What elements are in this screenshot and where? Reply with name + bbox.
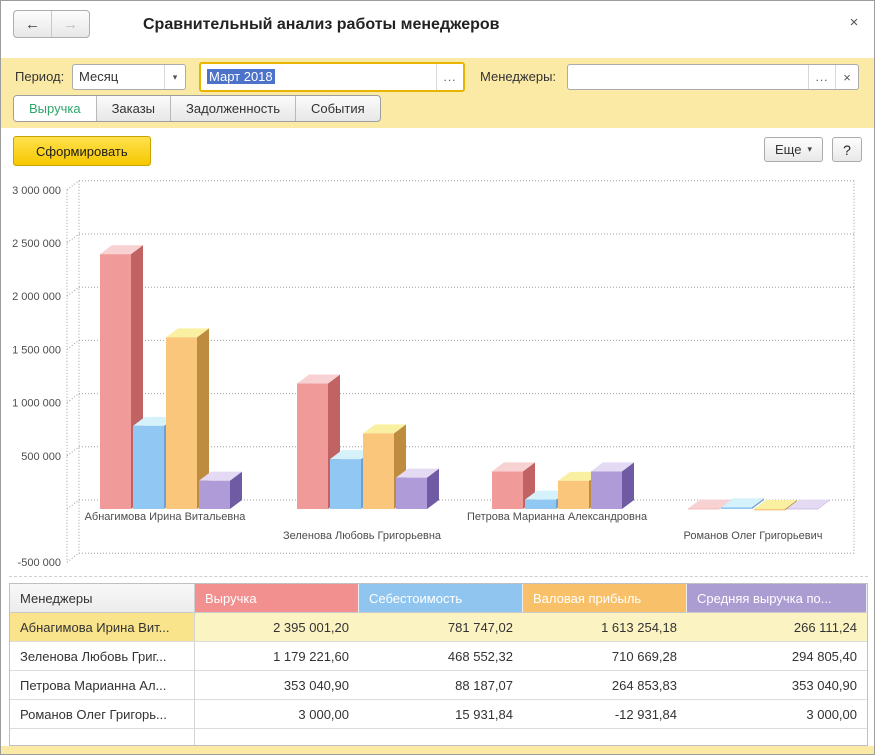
svg-text:3 000 000: 3 000 000 xyxy=(12,185,61,197)
top-bar: ← → Сравнительный анализ работы менеджер… xyxy=(1,1,874,58)
table-row[interactable]: Абнагимова Ирина Вит...2 395 001,20781 7… xyxy=(10,613,867,642)
value-cell[interactable]: -12 931,84 xyxy=(523,700,687,729)
column-header[interactable]: Себестоимость xyxy=(359,584,523,613)
table-header-row: МенеджерыВыручкаСебестоимостьВаловая при… xyxy=(10,584,867,613)
tab-revenue[interactable]: Выручка xyxy=(14,96,96,121)
value-cell[interactable]: 710 669,28 xyxy=(523,642,687,671)
column-header[interactable]: Выручка xyxy=(195,584,359,613)
svg-text:1 500 000: 1 500 000 xyxy=(12,344,61,356)
value-cell[interactable]: 3 000,00 xyxy=(687,700,867,729)
value-cell[interactable]: 88 187,07 xyxy=(359,671,523,700)
managers-field-value xyxy=(568,65,808,89)
selected-text: Март 2018 xyxy=(207,69,275,84)
value-cell[interactable]: 353 040,90 xyxy=(687,671,867,700)
back-arrow-icon: ← xyxy=(25,16,40,33)
value-cell[interactable]: 353 040,90 xyxy=(195,671,359,700)
period-label: Период: xyxy=(15,64,64,90)
value-cell[interactable]: 294 805,40 xyxy=(687,642,867,671)
manager-name-cell[interactable]: Зеленова Любовь Григ... xyxy=(10,642,195,671)
manager-name-cell[interactable]: Абнагимова Ирина Вит... xyxy=(10,613,195,642)
value-cell[interactable]: 266 111,24 xyxy=(687,613,867,642)
close-button[interactable]: × xyxy=(845,14,863,32)
value-cell[interactable]: 781 747,02 xyxy=(359,613,523,642)
help-button[interactable]: ? xyxy=(832,137,862,162)
svg-text:2 000 000: 2 000 000 xyxy=(12,291,61,303)
svg-text:Зеленова Любовь Григорьевна: Зеленова Любовь Григорьевна xyxy=(283,530,442,542)
period-date-more-button[interactable]: ... xyxy=(436,64,463,90)
tab-orders[interactable]: Заказы xyxy=(96,96,170,121)
app-window: ← → Сравнительный анализ работы менеджер… xyxy=(0,0,875,755)
chevron-down-icon: ▾ xyxy=(807,144,812,155)
value-cell[interactable]: 1 613 254,18 xyxy=(523,613,687,642)
period-select-value: Месяц xyxy=(73,65,164,89)
column-header[interactable]: Средняя выручка по... xyxy=(687,584,867,613)
svg-text:Романов Олег Григорьевич: Романов Олег Григорьевич xyxy=(684,530,823,542)
svg-text:1 000 000: 1 000 000 xyxy=(12,398,61,410)
svg-text:-500 000: -500 000 xyxy=(18,557,61,569)
tab-debt[interactable]: Задолженность xyxy=(170,96,295,121)
managers-more-button[interactable]: ... xyxy=(808,65,835,89)
forward-button[interactable]: → xyxy=(52,11,89,37)
table-row[interactable]: Петрова Марианна Ал...353 040,9088 187,0… xyxy=(10,671,867,700)
value-cell[interactable]: 3 000,00 xyxy=(195,700,359,729)
bottom-strip xyxy=(1,746,874,754)
svg-text:Абнагимова Ирина Витальевна: Абнагимова Ирина Витальевна xyxy=(85,511,247,523)
svg-text:500 000: 500 000 xyxy=(21,451,61,463)
chevron-down-icon[interactable]: ▾ xyxy=(164,65,185,89)
table-row[interactable]: Зеленова Любовь Григ...1 179 221,60468 5… xyxy=(10,642,867,671)
svg-text:Петрова Марианна Александровна: Петрова Марианна Александровна xyxy=(467,511,648,523)
bar-chart-3d[interactable]: 3 000 000 2 500 000 2 000 000 1 500 000 1 00… xyxy=(9,171,868,570)
svg-text:2 500 000: 2 500 000 xyxy=(12,238,61,250)
back-button[interactable]: ← xyxy=(14,11,52,37)
value-cell[interactable]: 264 853,83 xyxy=(523,671,687,700)
manager-name-cell[interactable]: Романов Олег Григорь... xyxy=(10,700,195,729)
generate-button[interactable]: Сформировать xyxy=(13,136,151,166)
results-table: МенеджерыВыручкаСебестоимостьВаловая при… xyxy=(9,583,868,746)
chart-area: 3 000 000 2 500 000 2 000 000 1 500 000 1 00… xyxy=(9,171,868,577)
table-filler-row xyxy=(10,729,867,745)
period-date-field[interactable]: Март 2018 ... xyxy=(199,62,465,92)
managers-field[interactable]: ... × xyxy=(567,64,859,90)
value-cell[interactable]: 468 552,32 xyxy=(359,642,523,671)
page-title: Сравнительный анализ работы менеджеров xyxy=(143,16,500,34)
forward-arrow-icon: → xyxy=(63,16,78,33)
report-tabs: Выручка Заказы Задолженность События xyxy=(13,95,381,122)
managers-label: Менеджеры: xyxy=(480,64,556,90)
more-button[interactable]: Еще ▾ xyxy=(764,137,823,162)
value-cell[interactable]: 2 395 001,20 xyxy=(195,613,359,642)
column-header[interactable]: Менеджеры xyxy=(10,584,195,613)
column-header[interactable]: Валовая прибыль xyxy=(523,584,687,613)
filter-bar: Период: Месяц ▾ Март 2018 ... Менеджеры:… xyxy=(1,58,874,128)
table-row[interactable]: Романов Олег Григорь...3 000,0015 931,84… xyxy=(10,700,867,729)
value-cell[interactable]: 1 179 221,60 xyxy=(195,642,359,671)
more-button-label: Еще xyxy=(775,142,801,157)
period-select[interactable]: Месяц ▾ xyxy=(72,64,186,90)
tab-events[interactable]: События xyxy=(295,96,380,121)
value-cell[interactable]: 15 931,84 xyxy=(359,700,523,729)
manager-name-cell[interactable]: Петрова Марианна Ал... xyxy=(10,671,195,700)
nav-button-group: ← → xyxy=(13,10,90,38)
managers-clear-button[interactable]: × xyxy=(835,65,858,89)
period-date-value: Март 2018 xyxy=(201,64,436,90)
